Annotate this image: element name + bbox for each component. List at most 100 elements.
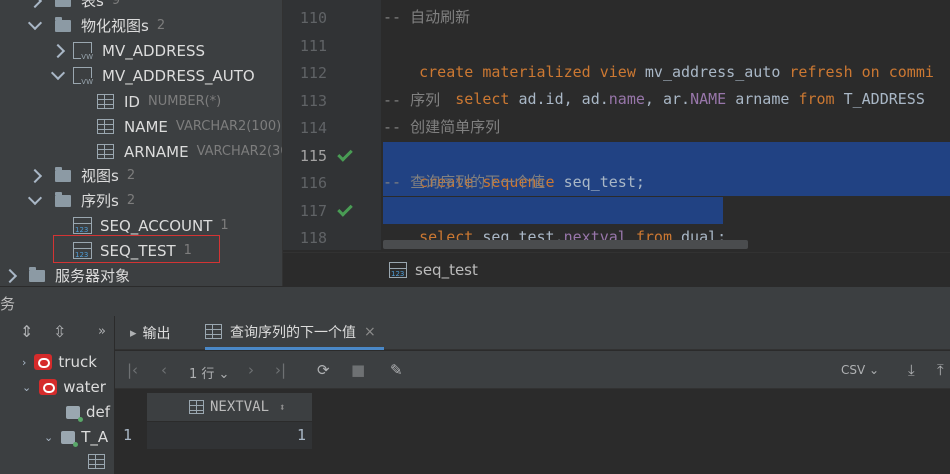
side-tool-strip [0, 316, 13, 474]
column-node-name[interactable]: NAME VARCHAR2(100) [97, 114, 281, 139]
connection-icon [66, 405, 83, 422]
service-node-truck[interactable]: › truck [22, 353, 97, 371]
sql-identifier: seq_test; [554, 173, 645, 191]
code-line-112: select ad.id, ad.name, ar.NAME arname fr… [383, 59, 925, 108]
column-node-arname[interactable]: ARNAME VARCHAR2(30 [97, 139, 282, 164]
sql-identifier: ad.id, ad. [518, 90, 609, 108]
chevron-down-icon[interactable]: ⌄ [44, 431, 53, 444]
chevron-right-icon[interactable] [27, 168, 43, 184]
chevron-down-icon[interactable] [27, 15, 43, 31]
upload-icon[interactable]: ⤒ [937, 361, 944, 379]
table-cell[interactable]: 1 [147, 422, 312, 449]
line-gutter: 110 111 112 113 114 115 116 117 118 [283, 0, 381, 250]
sql-field: name [608, 90, 645, 108]
chevron-right-icon[interactable] [50, 43, 66, 59]
code-line-114: -- 创建简单序列 [383, 118, 501, 136]
services-header: 务 [0, 286, 950, 316]
sequence-icon [389, 261, 407, 278]
result-toolbar: |‹ ‹ 1 行 ⌄ › ›| ⟳ ■ ✎ CSV ⌄ ⤓ ⤒ [115, 351, 950, 389]
services-title: 务 [0, 295, 16, 313]
pin-icon[interactable]: ✎ [390, 361, 403, 379]
tab-query-result[interactable]: 查询序列的下一个值 × [205, 316, 384, 350]
close-icon[interactable]: × [364, 324, 376, 340]
breadcrumb[interactable]: seq_test [283, 252, 950, 286]
prev-page-icon[interactable]: ‹ [161, 361, 167, 379]
result-panel: ▸ 输出 查询序列的下一个值 × |‹ ‹ 1 行 ⌄ › ›| ⟳ ■ ✎ C… [115, 316, 950, 474]
refresh-icon[interactable]: ⟳ [317, 361, 330, 379]
folder-icon [55, 166, 71, 182]
chevron-down-icon[interactable] [50, 65, 66, 81]
line-number: 117 [299, 202, 327, 220]
matviews-node[interactable]: 物化视图s 2 [25, 13, 165, 38]
download-icon[interactable]: ⤓ [908, 361, 915, 379]
console-icon: ▸ [130, 325, 137, 341]
row-number: 1 [123, 426, 133, 444]
server-objects-node[interactable]: 服务器对象 [2, 263, 130, 286]
highlight-annotation [53, 235, 220, 263]
rows-dropdown[interactable]: 1 行 ⌄ [189, 363, 229, 382]
more-icon[interactable]: » [98, 324, 106, 339]
line-number: 111 [299, 37, 327, 55]
folder-icon [29, 266, 45, 282]
collapse-all-icon[interactable]: ⇳ [53, 322, 66, 341]
result-grid[interactable]: NEXTVAL ⬍ 1 1 [115, 390, 950, 474]
folder-icon [55, 16, 71, 32]
service-node-table[interactable] [88, 454, 115, 469]
expand-all-icon[interactable]: ⇕ [20, 322, 33, 341]
line-number: 114 [299, 119, 327, 137]
code-line-110: -- 自动刷新 [383, 8, 471, 26]
column-icon [97, 144, 114, 159]
code-line-113: -- 序列 [383, 91, 441, 109]
export-format-dropdown[interactable]: CSV ⌄ [841, 363, 879, 377]
chevron-right-icon[interactable]: › [22, 356, 26, 369]
line-number: 113 [299, 92, 327, 110]
checkmark-icon [337, 201, 353, 217]
sequences-node[interactable]: 序列s 2 [25, 188, 135, 213]
oracle-icon [34, 354, 53, 370]
stop-icon[interactable]: ■ [351, 361, 365, 379]
folder-icon [55, 191, 71, 207]
tables-node[interactable]: 表s 9 [25, 0, 120, 13]
line-number: 118 [299, 229, 327, 247]
sql-identifier: arname [726, 90, 799, 108]
mv-address-auto-node[interactable]: MV_ADDRESS_AUTO [50, 63, 255, 88]
chevron-right-icon[interactable] [2, 268, 18, 284]
service-node-t-a[interactable]: ⌄ T_A [44, 428, 108, 447]
sequence-icon [73, 217, 92, 234]
line-number: 116 [299, 174, 327, 192]
column-icon [97, 94, 114, 109]
table-icon [205, 324, 222, 339]
breadcrumb-label: seq_test [415, 260, 478, 279]
views-node[interactable]: 视图s 2 [25, 163, 135, 188]
horizontal-scrollbar[interactable] [383, 240, 748, 249]
next-page-icon[interactable]: › [248, 361, 254, 379]
code-line-111: create materialized view mv_address_auto… [383, 32, 934, 81]
column-header[interactable]: NEXTVAL ⬍ [147, 393, 312, 421]
checkmark-icon [337, 146, 353, 162]
line-number: 112 [299, 64, 327, 82]
result-tabs: ▸ 输出 查询序列的下一个值 × [115, 316, 950, 350]
line-number: 115 [299, 147, 327, 165]
chevron-right-icon[interactable] [27, 0, 43, 9]
materialized-view-icon [73, 42, 94, 61]
materialized-view-icon [73, 67, 94, 86]
mv-address-node[interactable]: MV_ADDRESS [50, 38, 205, 63]
sort-icon[interactable]: ⬍ [279, 401, 286, 414]
first-page-icon[interactable]: |‹ [127, 361, 138, 379]
code-line-116: -- 查询序列的下一个值 [383, 173, 546, 191]
sql-field: NAME [690, 90, 727, 108]
tab-output[interactable]: ▸ 输出 [130, 316, 171, 350]
oracle-icon [39, 379, 58, 395]
sql-editor[interactable]: 110 111 112 113 114 115 116 117 118 -- 自… [282, 0, 950, 286]
last-page-icon[interactable]: ›| [275, 361, 286, 379]
chevron-down-icon[interactable] [27, 190, 43, 206]
code-line-115: create sequence seq_test; [383, 142, 645, 191]
table-icon [88, 454, 105, 469]
sql-identifier: , ar. [644, 90, 691, 108]
sql-keyword: from [798, 90, 835, 108]
column-node-id[interactable]: ID NUMBER(*) [97, 89, 221, 114]
service-node-def[interactable]: def [66, 403, 110, 422]
sql-identifier: T_ADDRESS [834, 90, 925, 108]
service-node-water[interactable]: ⌄ water [22, 378, 106, 396]
chevron-down-icon[interactable]: ⌄ [22, 381, 31, 394]
